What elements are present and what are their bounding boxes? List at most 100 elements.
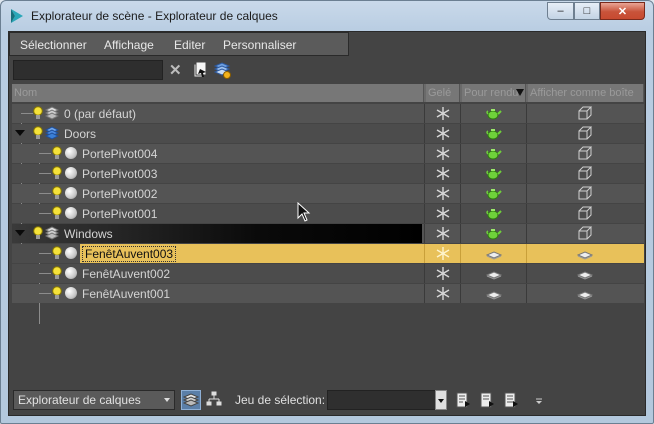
- lightbulb-icon[interactable]: [52, 206, 62, 220]
- close-button[interactable]: ✕: [600, 2, 645, 20]
- layer-row-windows[interactable]: Windows: [12, 224, 644, 243]
- name-cell: PortePivot004: [12, 144, 422, 163]
- plate-icon[interactable]: [577, 286, 593, 301]
- column-divider: [460, 164, 461, 183]
- explorer-type-value: Explorateur de calques: [18, 393, 141, 407]
- object-row[interactable]: PortePivot001: [12, 204, 644, 223]
- teapot-icon[interactable]: [486, 146, 502, 161]
- lightbulb-icon[interactable]: [52, 246, 62, 260]
- lightbulb-icon[interactable]: [52, 186, 62, 200]
- minimize-button[interactable]: –: [547, 2, 574, 20]
- snowflake-icon[interactable]: [435, 126, 451, 141]
- plate-icon[interactable]: [577, 266, 593, 281]
- maximize-button[interactable]: □: [574, 2, 600, 20]
- lightbulb-icon[interactable]: [33, 126, 43, 140]
- selection-set-input[interactable]: [327, 390, 447, 410]
- menu-display[interactable]: Affichage: [104, 38, 154, 52]
- sphere-icon: [65, 207, 77, 219]
- remove-from-selection-set-icon[interactable]: [501, 390, 521, 410]
- wire-box-icon[interactable]: [577, 146, 593, 161]
- snowflake-icon[interactable]: [435, 166, 451, 181]
- lightbulb-icon[interactable]: [33, 106, 43, 120]
- snowflake-icon[interactable]: [435, 286, 451, 301]
- plate-icon[interactable]: [486, 266, 502, 281]
- column-divider: [460, 264, 461, 283]
- column-divider: [424, 184, 425, 203]
- column-divider: [424, 124, 425, 143]
- lightbulb-icon[interactable]: [52, 146, 62, 160]
- teapot-icon[interactable]: [486, 206, 502, 221]
- teapot-icon[interactable]: [486, 226, 502, 241]
- hierarchy-icon: [206, 391, 222, 406]
- toolbar: ✕: [9, 58, 645, 82]
- column-divider: [460, 244, 461, 263]
- dropdown-arrow-icon: [164, 398, 170, 402]
- lightbulb-icon[interactable]: [52, 166, 62, 180]
- plate-icon[interactable]: [486, 246, 502, 261]
- collapse-arrow-icon[interactable]: [15, 130, 25, 136]
- collapse-arrow-icon[interactable]: [15, 230, 25, 236]
- tree-gutter: [12, 244, 80, 263]
- column-divider: [460, 204, 461, 223]
- tree-line: [39, 173, 51, 174]
- column-header-name[interactable]: Nom: [12, 84, 424, 102]
- snowflake-icon[interactable]: [435, 146, 451, 161]
- snowflake-icon[interactable]: [435, 186, 451, 201]
- plate-icon[interactable]: [486, 286, 502, 301]
- object-row[interactable]: PortePivot003: [12, 164, 644, 183]
- row-label: 0 (par défaut): [64, 107, 137, 121]
- snowflake-icon[interactable]: [435, 266, 451, 281]
- layer-row-doors[interactable]: Doors: [12, 124, 644, 143]
- plate-icon[interactable]: [577, 246, 593, 261]
- lightbulb-icon[interactable]: [52, 266, 62, 280]
- title-bar[interactable]: Explorateur de scène - Explorateur de ca…: [1, 1, 653, 31]
- object-row-selected[interactable]: FenêtAuvent003: [12, 244, 644, 263]
- object-row[interactable]: PortePivot002: [12, 184, 644, 203]
- column-divider: [460, 284, 461, 303]
- lightbulb-icon[interactable]: [52, 286, 62, 300]
- teapot-icon[interactable]: [486, 166, 502, 181]
- clear-search-icon[interactable]: ✕: [169, 61, 182, 79]
- object-row[interactable]: PortePivot004: [12, 144, 644, 163]
- tree-line: [21, 113, 33, 114]
- column-divider: [460, 124, 461, 143]
- wire-box-icon[interactable]: [577, 106, 593, 121]
- tree-line: [39, 213, 51, 214]
- snowflake-icon[interactable]: [435, 106, 451, 121]
- menu-bar: Sélectionner Affichage Editer Personnali…: [9, 32, 349, 56]
- save-selection-set-icon[interactable]: [453, 390, 473, 410]
- snowflake-icon[interactable]: [435, 206, 451, 221]
- layer-view-button[interactable]: [181, 390, 201, 410]
- menu-select[interactable]: Sélectionner: [20, 38, 87, 52]
- column-header-frozen[interactable]: Gelé: [426, 84, 460, 102]
- object-row[interactable]: FenêtAuvent002: [12, 264, 644, 283]
- column-divider: [460, 104, 461, 123]
- add-to-layer-icon[interactable]: [213, 61, 231, 79]
- name-cell: PortePivot003: [12, 164, 422, 183]
- column-header-display-as-box[interactable]: Afficher comme boîte: [528, 84, 644, 102]
- wire-box-icon[interactable]: [577, 226, 593, 241]
- lightbulb-icon[interactable]: [33, 226, 43, 240]
- options-arrow-icon[interactable]: [529, 390, 549, 410]
- teapot-icon[interactable]: [486, 126, 502, 141]
- wire-box-icon[interactable]: [577, 166, 593, 181]
- teapot-icon[interactable]: [486, 106, 502, 121]
- hierarchy-view-button[interactable]: [205, 390, 225, 410]
- wire-box-icon[interactable]: [577, 186, 593, 201]
- menu-customize[interactable]: Personnaliser: [223, 38, 296, 52]
- explorer-type-select[interactable]: Explorateur de calques: [13, 390, 175, 410]
- window-title: Explorateur de scène - Explorateur de ca…: [31, 9, 278, 23]
- snowflake-icon[interactable]: [435, 226, 451, 241]
- object-row[interactable]: FenêtAuvent001: [12, 284, 644, 303]
- teapot-icon[interactable]: [486, 186, 502, 201]
- new-layer-icon[interactable]: [191, 61, 209, 79]
- snowflake-icon[interactable]: [435, 246, 451, 261]
- wire-box-icon[interactable]: [577, 126, 593, 141]
- selection-set-dropdown-button[interactable]: [435, 390, 447, 410]
- layer-row-default[interactable]: 0 (par défaut): [12, 104, 644, 123]
- column-divider: [526, 244, 527, 263]
- add-to-selection-set-icon[interactable]: [477, 390, 497, 410]
- search-input[interactable]: [13, 60, 163, 80]
- menu-edit[interactable]: Editer: [174, 38, 205, 52]
- wire-box-icon[interactable]: [577, 206, 593, 221]
